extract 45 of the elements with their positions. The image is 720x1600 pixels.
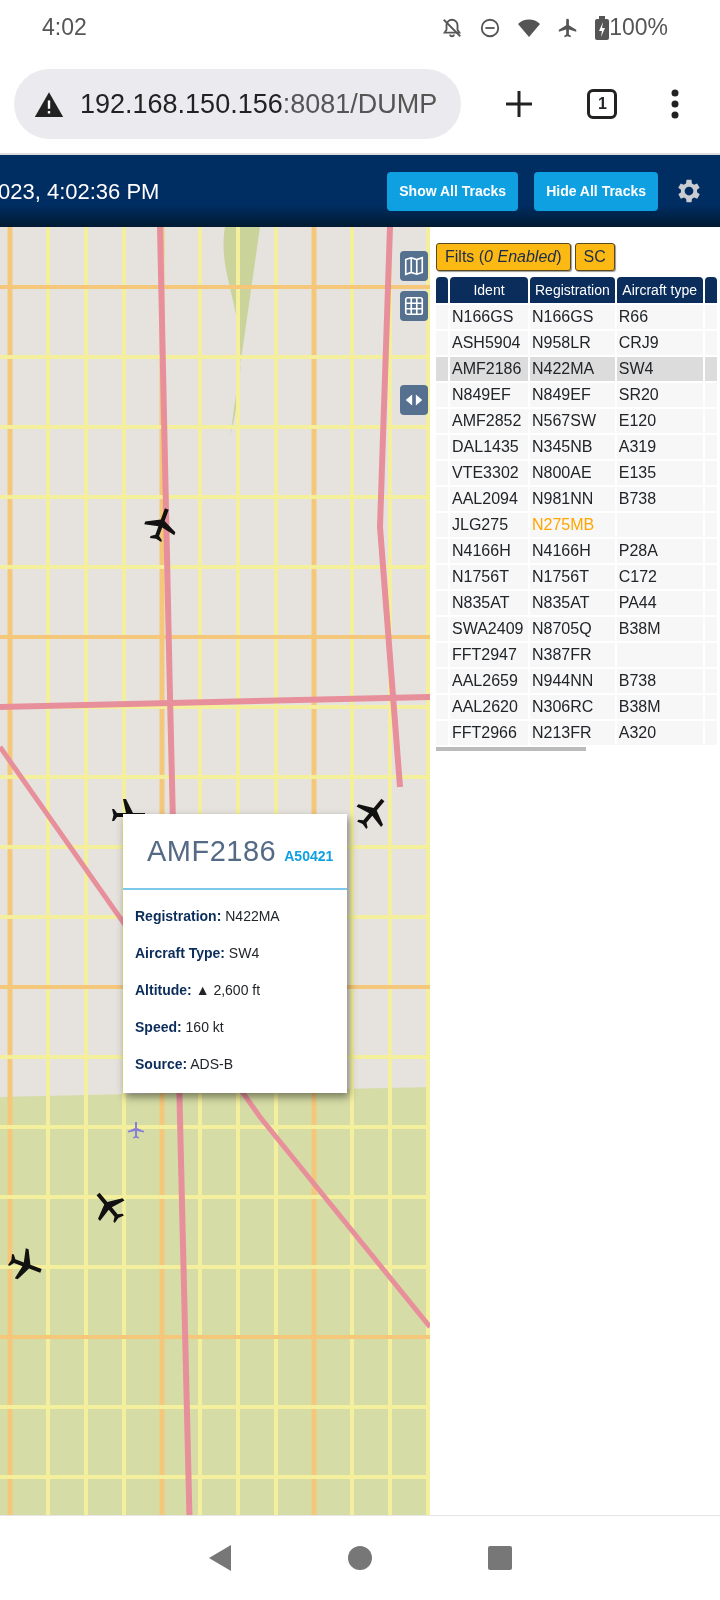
column-header[interactable]: Ident (450, 277, 528, 303)
battery-charging-icon (595, 15, 610, 40)
column-header[interactable]: Registration (530, 277, 615, 303)
filters-button[interactable]: Filts (0 Enabled) (436, 243, 571, 271)
popup-ident: AMF2186 (147, 834, 277, 869)
more-menu-icon[interactable] (669, 88, 680, 120)
grid-icon[interactable] (400, 291, 428, 321)
table-row[interactable]: AMF2186 N422MA SW4 (436, 357, 717, 381)
table-row[interactable]: ASH5904 N958LR CRJ9 (436, 331, 717, 355)
do-not-disturb-icon (479, 16, 502, 39)
back-icon[interactable] (207, 1544, 233, 1572)
table-row[interactable]: SWA2409 N8705Q B38M (436, 617, 717, 641)
home-icon[interactable] (347, 1545, 373, 1571)
table-row[interactable]: N835AT N835AT PA44 (436, 591, 717, 615)
popup-field: Registration: N422MA (123, 905, 347, 927)
tab-count[interactable]: 1 (587, 89, 618, 119)
popup-field: Speed: 160 kt (123, 1016, 347, 1038)
warning-icon (34, 91, 64, 117)
table-row[interactable]: N166GS N166GS R66 (436, 305, 717, 329)
recents-icon[interactable] (487, 1545, 513, 1571)
table-row[interactable]: VTE3302 N800AE E135 (436, 461, 717, 485)
map-icon[interactable] (400, 251, 428, 281)
table-row[interactable]: AAL2094 N981NN B738 (436, 487, 717, 511)
table-row[interactable]: AAL2620 N306RC B38M (436, 695, 717, 719)
table-row[interactable]: AAL2659 N944NN B738 (436, 669, 717, 693)
table-row[interactable]: AMF2852 N567SW E120 (436, 409, 717, 433)
address-bar[interactable]: 192.168.150.156:8081/DUMP (14, 69, 461, 139)
popup-field: Altitude: ▲ 2,600 ft (123, 979, 347, 1001)
popup-field: Aircraft Type: SW4 (123, 942, 347, 964)
battery-percent: 100% (609, 13, 668, 43)
table-row[interactable]: FFT2947 N387FR (436, 643, 717, 667)
table-row[interactable]: JLG275 N275MB (436, 513, 717, 537)
table-row[interactable]: DAL1435 N345NB A319 (436, 435, 717, 459)
bell-off-icon (441, 16, 464, 39)
popup-hex: A50421 (284, 847, 334, 866)
sc-button[interactable]: SC (574, 243, 615, 271)
column-header[interactable]: Aircraft type (616, 277, 703, 303)
table-row[interactable]: FFT2966 N213FR A320 (436, 721, 717, 745)
popup-field: Source: ADS-B (123, 1053, 347, 1075)
expand-arrows-icon[interactable] (400, 385, 428, 415)
table-row[interactable]: N849EF N849EF SR20 (436, 383, 717, 407)
table-row[interactable]: N1756T N1756T C172 (436, 565, 717, 589)
status-time: 4:02 (42, 13, 87, 43)
column-header[interactable] (704, 277, 717, 303)
table-row[interactable]: N4166H N4166H P28A (436, 539, 717, 563)
